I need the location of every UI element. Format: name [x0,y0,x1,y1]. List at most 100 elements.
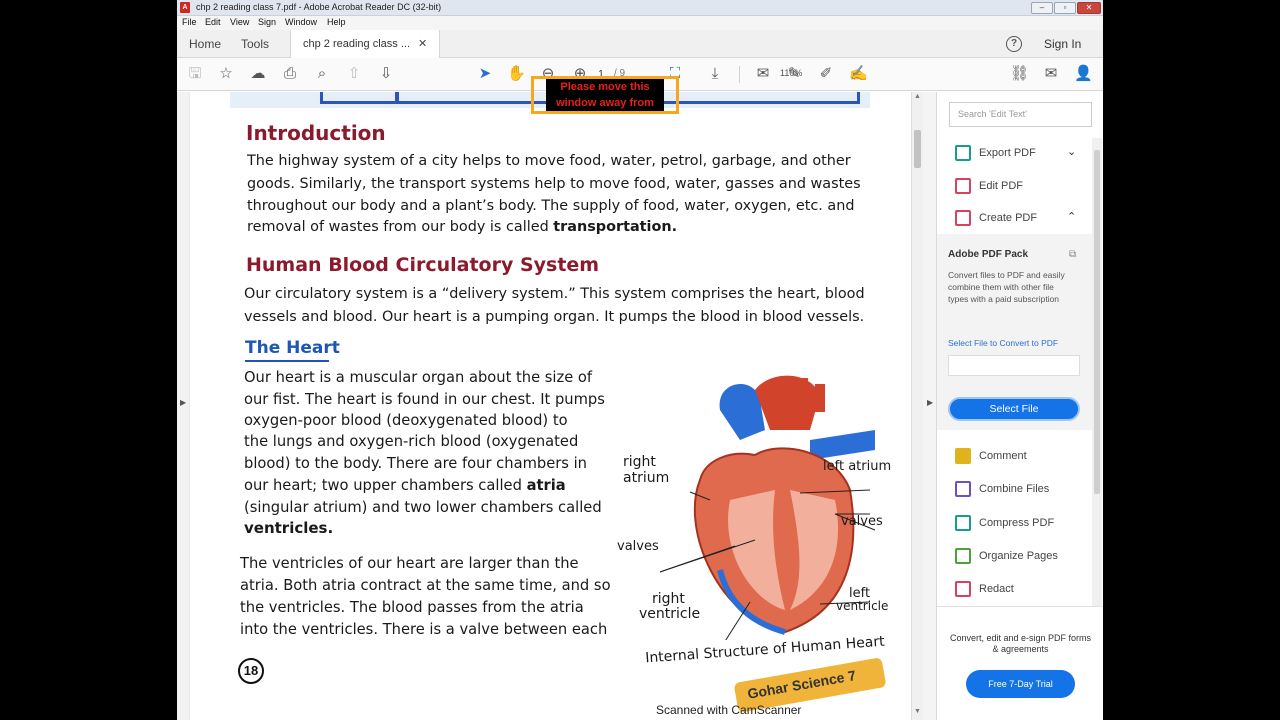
notice-text: Please move this window away from [546,79,664,111]
minimize-button[interactable]: – [1031,2,1053,14]
tab-bar: Home Tools chp 2 reading class ... ✕ ? Si… [177,30,1103,59]
vent-line: atria. Both atria contract at the same t… [240,577,611,594]
document-scrollbar[interactable]: ▲ ▼ [911,92,923,720]
left-panel-toggle[interactable]: ▶ [177,92,189,720]
heart-line: our fist. The heart is found in our ches… [244,391,605,408]
highlight-pen-icon[interactable]: ✎ [785,65,803,83]
tab-document-label: chp 2 reading class ... [303,38,411,50]
next-page-icon[interactable]: ⇩ [377,65,395,83]
heart-line: (singular atrium) and two lower chambers… [244,499,602,516]
tools-scrollbar[interactable] [1092,138,1102,606]
print-icon[interactable]: ⎙ [281,65,299,83]
label-left-atrium: left atrium [823,459,892,474]
toolbar-divider [739,66,740,83]
heart-title-underline [245,360,329,362]
chevron-down-icon[interactable]: ⌄ [1067,145,1076,158]
sign-in-link[interactable]: Sign In [1044,37,1081,51]
page-number-badge: 18 [238,658,264,684]
circulatory-title: Human Blood Circulatory System [246,254,600,276]
save-icon[interactable]: 🖫 [186,65,204,83]
redact-icon [955,581,971,597]
label-valves: valves [841,514,883,529]
tab-document[interactable]: chp 2 reading class ... ✕ [290,30,441,59]
pdf-pack-panel: Adobe PDF Pack ⧉ Convert files to PDF an… [937,234,1092,430]
create-pdf-icon [955,210,971,226]
expand-left-icon[interactable]: ▶ [180,398,186,407]
select-cursor-icon[interactable]: ➤ [476,65,494,83]
share-link-icon[interactable]: ⛓ [1010,65,1029,83]
atria-term: atria [526,477,566,494]
tool-label: Redact [979,583,1014,595]
comment-icon [955,448,971,464]
tool-label: Combine Files [979,483,1050,495]
tool-label: Organize Pages [979,550,1058,562]
file-field[interactable] [948,355,1080,376]
intro-title: Introduction [246,121,386,145]
heart-line: Our heart is a muscular organ about the … [244,369,593,386]
info-icon[interactable]: ⧉ [1069,249,1076,260]
intro-line: goods. Similarly, the transport systems … [247,176,861,192]
acrobat-window: A chp 2 reading class 7.pdf - Adobe Acro… [177,0,1103,720]
menu-view[interactable]: View [230,17,249,27]
heart-line: oxygen-poor blood (deoxygenated blood) t… [244,412,568,429]
bookmark-star-icon[interactable]: ☆ [217,65,235,83]
collapse-right-icon[interactable]: ▶ [927,398,933,407]
tab-tools[interactable]: Tools [229,30,281,58]
menu-file[interactable]: File [182,17,197,27]
help-icon[interactable]: ? [1006,36,1022,52]
draw-icon[interactable]: ✐ [817,65,835,83]
add-user-icon[interactable]: 👤 [1074,65,1093,83]
scroll-up-icon[interactable]: ▲ [914,93,921,100]
menu-help[interactable]: Help [327,17,346,27]
comment-icon[interactable]: ✉ [754,65,772,83]
notice-line: Please move this [560,81,650,93]
chevron-up-icon[interactable]: ⌃ [1067,210,1076,223]
scanner-watermark: Scanned with CamScanner [656,703,802,717]
scroll-thumb[interactable] [914,130,921,168]
intro-line: throughout our body and a plant’s body. … [247,198,855,214]
search-edit-text-input[interactable]: Search 'Edit Text' [949,102,1092,127]
right-panel-toggle[interactable]: ▶ [923,92,936,720]
search-icon[interactable]: ⌕ [313,65,331,83]
artery-branch-shape [798,378,808,408]
menu-sign[interactable]: Sign [258,17,276,27]
label-right-atrium: atrium [623,470,670,486]
tool-label: Comment [979,450,1027,462]
tab-home[interactable]: Home [177,30,233,58]
trial-promo-text: Convert, edit and e-sign PDF forms & agr… [949,633,1092,654]
scroll-down-icon[interactable]: ▼ [914,708,921,715]
upload-cloud-icon[interactable]: ☁ [249,65,267,83]
close-window-button[interactable]: ✕ [1077,2,1101,14]
trial-footer: Convert, edit and e-sign PDF forms & agr… [937,606,1103,720]
menu-window[interactable]: Window [285,17,317,27]
compress-pdf-icon [955,515,971,531]
select-file-link[interactable]: Select File to Convert to PDF [948,338,1058,348]
hand-tool-icon[interactable]: ✋ [507,65,526,83]
export-pdf-icon [955,145,971,161]
pulmonary-artery-shape [810,430,875,460]
window-title: chp 2 reading class 7.pdf - Adobe Acroba… [196,2,442,12]
scroll-mode-icon[interactable]: ⤓ [706,65,724,83]
pdf-page: Introduction The highway system of a cit… [190,92,913,720]
close-tab-icon[interactable]: ✕ [418,38,427,50]
combine-files-icon [955,481,971,497]
previous-page-icon[interactable]: ⇧ [345,65,363,83]
tools-scroll-thumb[interactable] [1094,150,1100,494]
vent-line: The ventricles of our heart are larger t… [240,555,579,572]
artery-branch-shape [815,384,825,412]
maximize-button[interactable]: ▫ [1054,2,1076,14]
menu-edit[interactable]: Edit [205,17,221,27]
title-bar: A chp 2 reading class 7.pdf - Adobe Acro… [177,0,1103,16]
tools-pane: Search 'Edit Text' Export PDF ⌄ Edit PDF… [936,92,1103,720]
tool-label: Create PDF [979,212,1038,224]
heart-line: our heart; two upper chambers called atr… [244,477,566,494]
free-trial-button[interactable]: Free 7-Day Trial [966,670,1075,698]
tool-label: Compress PDF [979,517,1055,529]
tool-label: Export PDF [979,147,1036,159]
intro-line: The highway system of a city helps to mo… [247,153,851,169]
email-icon[interactable]: ✉ [1042,65,1060,83]
circ-line: Our circulatory system is a “delivery sy… [244,286,865,302]
fill-sign-icon[interactable]: ✍ [849,65,868,83]
intro-line: removal of wastes from our body is calle… [247,219,677,235]
select-file-button[interactable]: Select File [948,397,1080,421]
